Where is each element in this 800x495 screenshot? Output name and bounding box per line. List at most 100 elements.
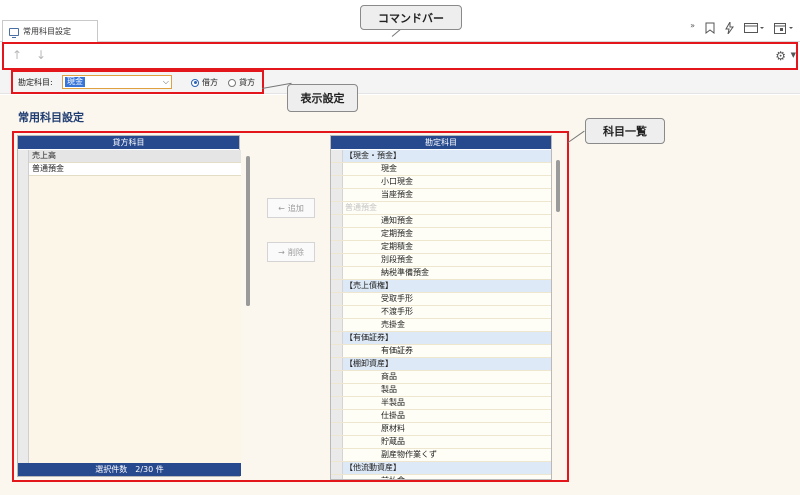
command-bar: ↑ ↓ ⚙ ▼ — [0, 42, 800, 70]
row-indicator — [18, 150, 29, 464]
account-label: 勘定科目: — [18, 78, 53, 87]
row-indicator — [331, 410, 343, 422]
move-down-icon[interactable]: ↓ — [36, 48, 46, 62]
row-indicator — [331, 319, 343, 331]
selected-count: 選択件数 2/30 件 — [18, 463, 241, 476]
window-icon[interactable] — [744, 23, 764, 36]
radio-dot-checked — [191, 78, 199, 87]
row-indicator — [331, 267, 343, 279]
account-row[interactable]: 小口現金 — [331, 176, 551, 189]
radio-debit-label: 借方 — [202, 78, 218, 87]
calendar-icon[interactable] — [774, 22, 794, 37]
list-item[interactable]: 普通預金 — [18, 163, 241, 176]
list-item[interactable]: 売上高 — [18, 150, 241, 163]
account-row[interactable]: 半製品 — [331, 397, 551, 410]
row-indicator — [331, 280, 343, 292]
account-row[interactable]: 副産物作業くず — [331, 449, 551, 462]
callout-display-settings: 表示設定 — [287, 84, 358, 112]
row-indicator — [331, 462, 343, 474]
account-row[interactable]: 前払金 — [331, 475, 551, 479]
category-row[interactable]: 【売上債権】 — [331, 280, 551, 293]
radio-dot — [228, 78, 236, 87]
row-indicator — [331, 306, 343, 318]
arrow-right-icon: → — [278, 247, 285, 257]
account-row[interactable]: 原材料 — [331, 423, 551, 436]
account-row[interactable]: 当座預金 — [331, 189, 551, 202]
row-indicator — [331, 449, 343, 461]
account-row[interactable]: 製品 — [331, 384, 551, 397]
account-name: 通知預金 — [381, 216, 413, 225]
account-name: 有価証券 — [381, 346, 413, 355]
row-indicator — [331, 423, 343, 435]
account-row[interactable]: 商品 — [331, 371, 551, 384]
account-select[interactable]: 現金 ⌵ — [62, 75, 172, 89]
row-indicator — [331, 371, 343, 383]
account-name: 【有価証券】 — [345, 333, 393, 342]
account-row[interactable]: 不渡手形 — [331, 306, 551, 319]
account-row[interactable]: 仕掛品 — [331, 410, 551, 423]
account-name: 【売上債権】 — [345, 281, 393, 290]
account-name: 受取手形 — [381, 294, 413, 303]
toolbar-icons: » — [690, 20, 794, 37]
account-row[interactable]: 普通預金 — [331, 202, 551, 215]
row-indicator — [331, 293, 343, 305]
row-indicator — [331, 254, 343, 266]
account-row[interactable]: 納税準備預金 — [331, 267, 551, 280]
account-name: 原材料 — [381, 424, 405, 433]
selected-rows: 売上高 普通預金 — [18, 150, 241, 464]
chevron-down-icon[interactable]: ▼ — [791, 51, 796, 59]
account-row[interactable]: 定期積金 — [331, 241, 551, 254]
row-indicator — [331, 241, 343, 253]
right-scrollbar[interactable] — [556, 160, 560, 212]
account-list-grid: 勘定科目 【現金・預金】現金 小口現金当座預金 普通預金 通知預金定期預金定期積金 別段… — [330, 135, 552, 480]
account-row[interactable]: 売掛金 — [331, 319, 551, 332]
lightning-icon[interactable] — [725, 20, 734, 37]
display-settings: 勘定科目: 現金 ⌵ 借方 貸方 — [0, 70, 800, 94]
account-row[interactable]: 受取手形 — [331, 293, 551, 306]
bookmark-icon[interactable] — [705, 22, 715, 37]
account-row[interactable]: 別段預金 — [331, 254, 551, 267]
radio-debit[interactable]: 借方 — [191, 77, 218, 88]
remove-button-label: 削除 — [287, 247, 304, 257]
account-row[interactable]: 有価証券 — [331, 345, 551, 358]
callout-account-list: 科目一覧 — [585, 118, 665, 144]
account-name: 【棚卸資産】 — [345, 359, 393, 368]
row-indicator — [331, 215, 343, 227]
account-name: 貯蔵品 — [381, 437, 405, 446]
tab-common-accounts[interactable]: 常用科目設定 — [2, 20, 98, 42]
radio-credit[interactable]: 貸方 — [228, 77, 255, 88]
row-indicator — [331, 358, 343, 370]
monitor-icon — [9, 27, 19, 38]
account-name: 仕掛品 — [381, 411, 405, 420]
account-name: 半製品 — [381, 398, 405, 407]
category-row[interactable]: 【他流動資産】 — [331, 462, 551, 475]
tab-label: 常用科目設定 — [23, 27, 71, 36]
account-name: 定期預金 — [381, 229, 413, 238]
account-name: 副産物作業くず — [381, 450, 437, 459]
account-row[interactable]: 定期預金 — [331, 228, 551, 241]
account-row[interactable]: 現金 — [331, 163, 551, 176]
left-scrollbar[interactable] — [246, 160, 250, 306]
remove-button[interactable]: → 削除 — [267, 242, 315, 262]
row-indicator — [331, 436, 343, 448]
add-button[interactable]: ← 追加 — [267, 198, 315, 218]
row-indicator — [331, 176, 343, 188]
category-row[interactable]: 【有価証券】 — [331, 332, 551, 345]
account-row[interactable]: 通知預金 — [331, 215, 551, 228]
row-indicator — [331, 202, 343, 214]
move-up-icon[interactable]: ↑ — [12, 48, 22, 62]
grid-header: 勘定科目 — [331, 136, 551, 149]
category-row[interactable]: 【棚卸資産】 — [331, 358, 551, 371]
chevron-double-right-icon[interactable]: » — [690, 21, 695, 30]
account-row[interactable]: 貯蔵品 — [331, 436, 551, 449]
account-name: 当座預金 — [381, 190, 413, 199]
account-name: 商品 — [381, 372, 397, 381]
gear-icon[interactable]: ⚙ — [775, 49, 786, 63]
category-row[interactable]: 【現金・預金】 — [331, 150, 551, 163]
account-select-value: 現金 — [65, 77, 85, 87]
account-name: 普通預金 — [345, 203, 377, 212]
row-indicator — [331, 189, 343, 201]
account-name: 小口現金 — [381, 177, 413, 186]
account-name: 【現金・預金】 — [345, 151, 401, 160]
account-name: 納税準備預金 — [381, 268, 429, 277]
